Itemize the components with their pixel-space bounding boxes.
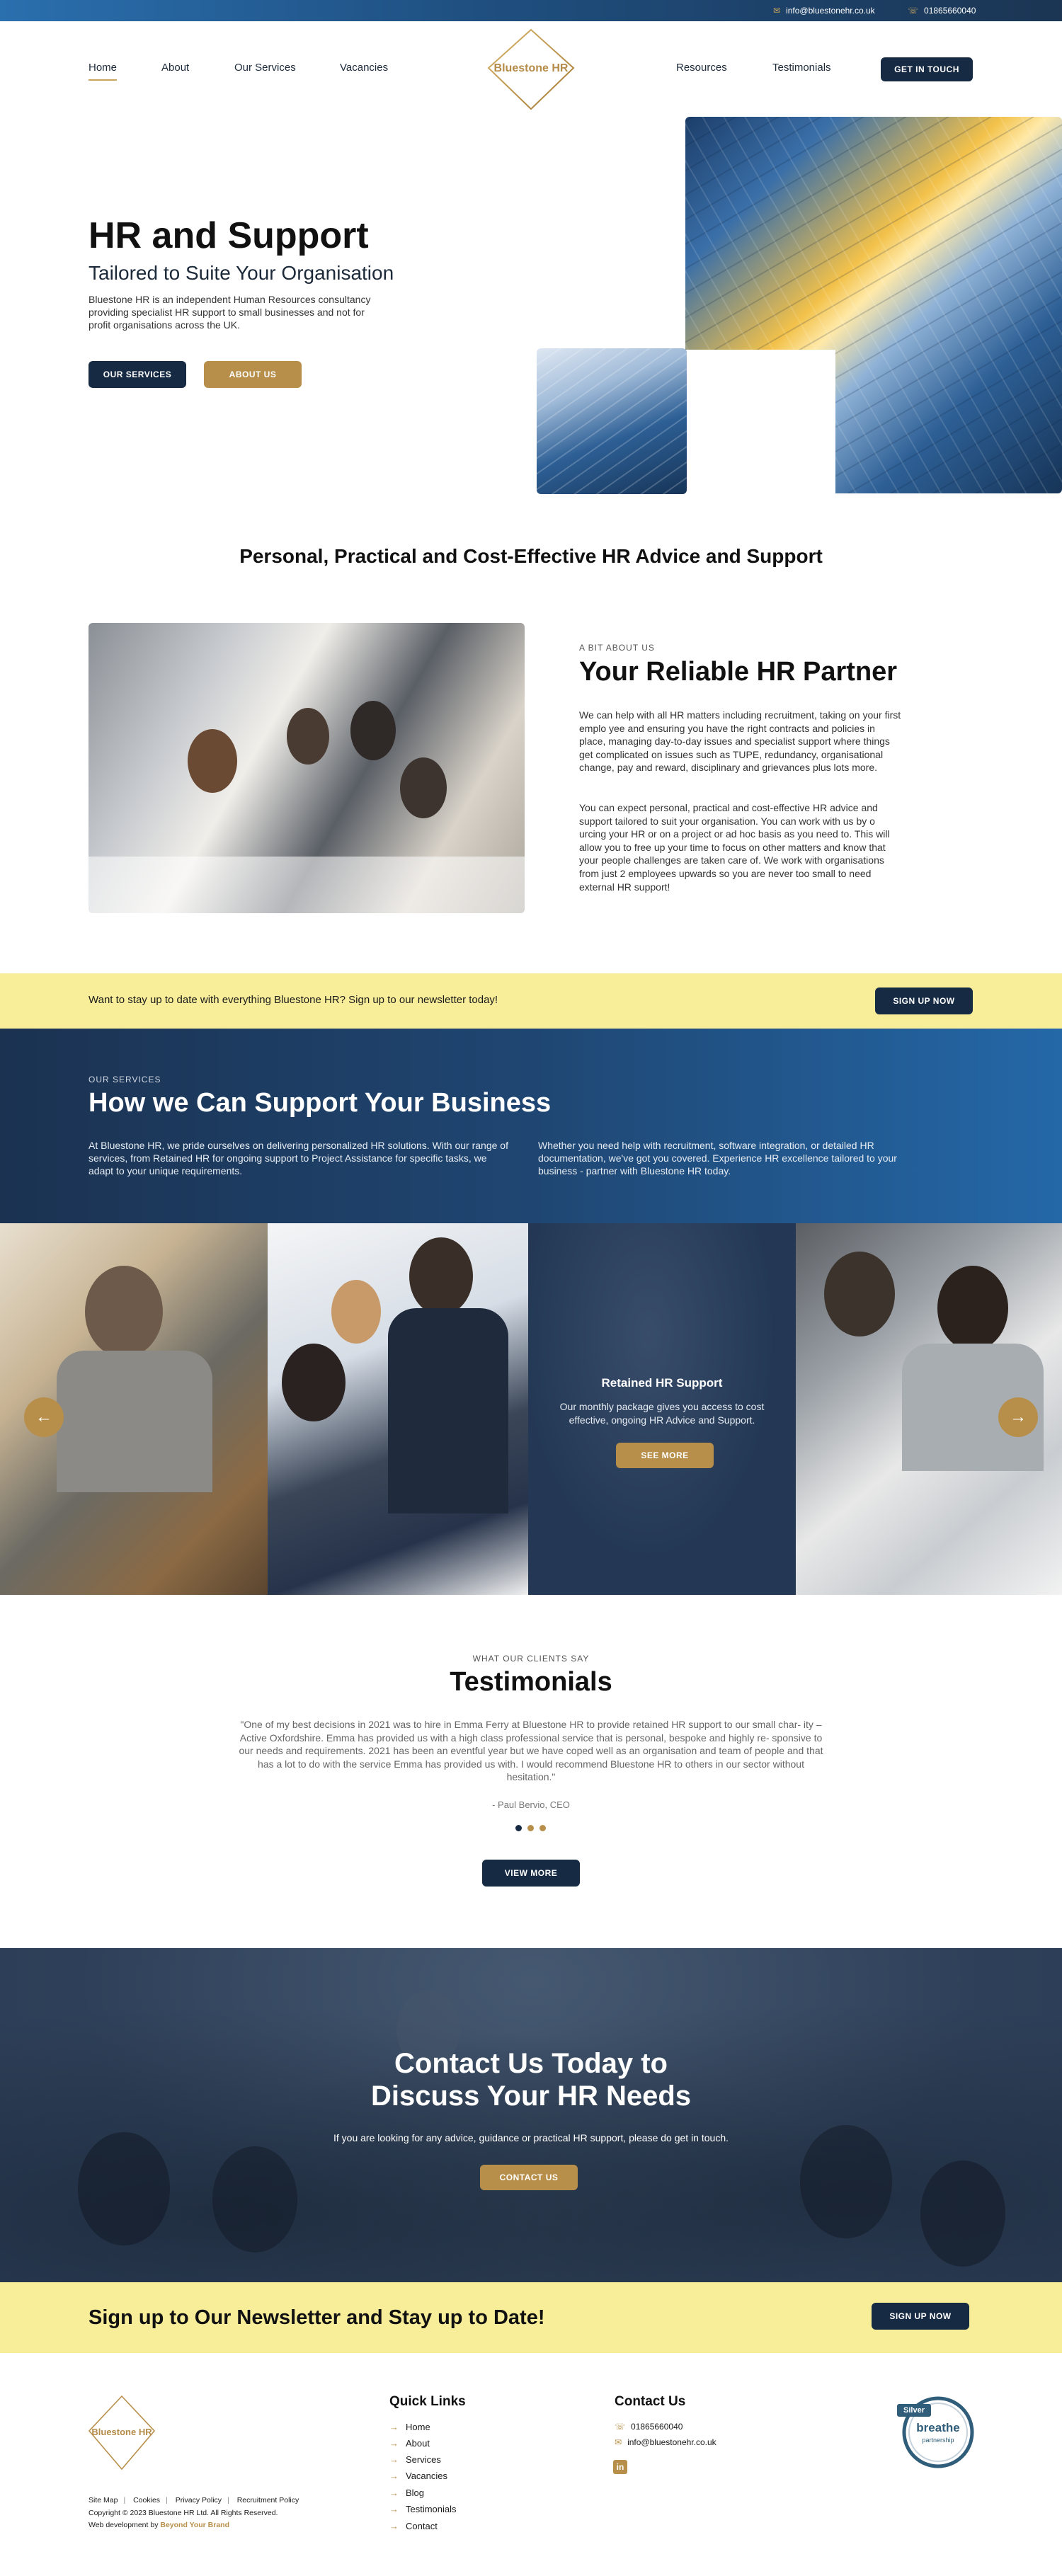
footer-link-vacancies[interactable]: → Vacancies bbox=[389, 2471, 447, 2481]
testimonials-title: Testimonials bbox=[450, 1667, 612, 1697]
newsletter-banner-text: Sign up to Our Newsletter and Stay up to… bbox=[88, 2306, 545, 2329]
nav-resources[interactable]: Resources bbox=[676, 62, 727, 74]
arrow-right-icon: → bbox=[389, 2504, 399, 2514]
footer-contact-title: Contact Us bbox=[615, 2394, 686, 2409]
carousel-dot-3[interactable] bbox=[539, 1825, 546, 1831]
tagline-heading: Personal, Practical and Cost-Effective H… bbox=[239, 545, 823, 567]
hero-subtitle: Tailored to Suite Your Organisation bbox=[88, 262, 394, 284]
footer-logo-text: Bluestone HR bbox=[91, 2427, 152, 2437]
footer-logo[interactable]: Bluestone HR bbox=[86, 2394, 157, 2472]
footer-link-testimonials[interactable]: → Testimonials bbox=[389, 2504, 457, 2514]
about-title: Your Reliable HR Partner bbox=[579, 657, 898, 687]
service-card-title: Retained HR Support bbox=[601, 1376, 723, 1390]
logo-text: Bluestone HR bbox=[493, 62, 569, 74]
contact-title-line-1: Contact Us Today to bbox=[394, 2048, 668, 2079]
arrow-right-icon: → bbox=[389, 2488, 399, 2498]
about-us-button[interactable]: ABOUT US bbox=[204, 361, 302, 388]
arrow-right-icon: → bbox=[389, 2438, 399, 2449]
topbar-phone[interactable]: ☏ 01865660040 bbox=[908, 0, 976, 21]
nav-home[interactable]: Home bbox=[88, 62, 118, 81]
legal-recruitment-link[interactable]: Recruitment Policy bbox=[237, 2496, 299, 2505]
service-tile-2[interactable] bbox=[268, 1223, 528, 1595]
badge-brand: breathe bbox=[916, 2421, 960, 2434]
contact-section bbox=[0, 1948, 1062, 2282]
legal-links: Site Map | Cookies | Privacy Policy | Recru… bbox=[88, 2496, 299, 2505]
arrow-right-icon: → bbox=[389, 2454, 399, 2465]
phone-icon: ☏ bbox=[908, 6, 919, 16]
service-card-description: Our monthly package gives you access to … bbox=[559, 1401, 765, 1426]
legal-sitemap-link[interactable]: Site Map bbox=[88, 2496, 118, 2505]
footer-link-about[interactable]: → About bbox=[389, 2438, 430, 2449]
badge-subtitle: partnership bbox=[922, 2437, 954, 2444]
nav-testimonials[interactable]: Testimonials bbox=[772, 62, 831, 74]
breathe-partner-badge: Silver breathe partnership bbox=[894, 2394, 978, 2471]
services-paragraph-right: Whether you need help with recruitment, … bbox=[538, 1140, 897, 1177]
mail-icon: ✉ bbox=[773, 6, 781, 16]
our-services-button[interactable]: OUR SERVICES bbox=[88, 361, 186, 388]
linkedin-icon[interactable]: in bbox=[613, 2460, 627, 2474]
footer-link-services[interactable]: → Services bbox=[389, 2454, 441, 2465]
hero-description: Bluestone HR is an independent Human Res… bbox=[88, 294, 371, 331]
get-in-touch-button[interactable]: GET IN TOUCH bbox=[881, 57, 973, 81]
hero-title: HR and Support bbox=[88, 215, 369, 256]
newsletter-banner-signup-button[interactable]: SIGN UP NOW bbox=[872, 2303, 969, 2330]
nav-about[interactable]: About bbox=[161, 62, 189, 74]
arrow-right-icon: → bbox=[389, 2521, 399, 2531]
badge-level: Silver bbox=[903, 2406, 925, 2415]
arrow-right-icon: → bbox=[389, 2422, 399, 2432]
view-more-button[interactable]: VIEW MORE bbox=[482, 1860, 580, 1887]
services-paragraph-left: At Bluestone HR, we pride ourselves on d… bbox=[88, 1140, 508, 1177]
services-kicker: OUR SERVICES bbox=[88, 1075, 161, 1084]
contact-title-line-2: Discuss Your HR Needs bbox=[370, 2080, 691, 2112]
carousel-dot-1[interactable] bbox=[515, 1825, 522, 1831]
about-paragraph-1: We can help with all HR matters includin… bbox=[579, 709, 901, 774]
about-kicker: A BIT ABOUT US bbox=[579, 643, 655, 653]
nav-vacancies[interactable]: Vacancies bbox=[340, 62, 388, 74]
footer-email[interactable]: ✉ info@bluestonehr.co.uk bbox=[615, 2437, 716, 2447]
web-development-credit: Web development by Beyond Your Brand bbox=[88, 2521, 229, 2529]
footer-link-blog[interactable]: → Blog bbox=[389, 2488, 424, 2498]
arrow-right-icon: → bbox=[389, 2471, 399, 2481]
about-team-photo bbox=[88, 623, 525, 913]
mail-icon: ✉ bbox=[615, 2437, 622, 2447]
testimonial-quote: "One of my best decisions in 2021 was to… bbox=[239, 1719, 823, 1783]
footer-phone[interactable]: ☏ 01865660040 bbox=[615, 2422, 683, 2432]
legal-cookies-link[interactable]: Cookies bbox=[133, 2496, 160, 2505]
testimonials-kicker: WHAT OUR CLIENTS SAY bbox=[472, 1654, 590, 1664]
phone-icon: ☏ bbox=[615, 2422, 626, 2432]
footer-link-contact[interactable]: → Contact bbox=[389, 2521, 438, 2531]
hero-image-cutout bbox=[685, 350, 835, 498]
arrow-right-icon[interactable]: → bbox=[998, 1397, 1038, 1437]
logo[interactable]: Bluestone HR bbox=[484, 27, 578, 112]
contact-description: If you are looking for any advice, guida… bbox=[333, 2132, 729, 2143]
about-paragraph-2: You can expect personal, practical and c… bbox=[579, 802, 890, 893]
footer-link-home[interactable]: → Home bbox=[389, 2422, 430, 2432]
testimonial-author: - Paul Bervio, CEO bbox=[492, 1799, 570, 1810]
copyright: Copyright © 2023 Bluestone HR Ltd. All R… bbox=[88, 2509, 278, 2517]
services-section bbox=[0, 1029, 1062, 1223]
newsletter-strip-text: Want to stay up to date with everything … bbox=[88, 994, 498, 1006]
quick-links-title: Quick Links bbox=[389, 2394, 466, 2409]
legal-privacy-link[interactable]: Privacy Policy bbox=[176, 2496, 222, 2505]
agency-link[interactable]: Beyond Your Brand bbox=[160, 2521, 229, 2529]
contact-title: Contact Us Today to Discuss Your HR Need… bbox=[0, 2047, 1062, 2112]
services-title: How we Can Support Your Business bbox=[88, 1088, 552, 1118]
carousel-dot-2[interactable] bbox=[527, 1825, 534, 1831]
contact-us-button[interactable]: CONTACT US bbox=[480, 2165, 578, 2190]
nav-our-services[interactable]: Our Services bbox=[234, 62, 296, 74]
newsletter-signup-button[interactable]: SIGN UP NOW bbox=[875, 988, 973, 1014]
topbar-email[interactable]: ✉ info@bluestonehr.co.uk bbox=[773, 0, 875, 21]
arrow-left-icon[interactable]: ← bbox=[24, 1397, 64, 1437]
see-more-button[interactable]: SEE MORE bbox=[616, 1443, 714, 1468]
hero-building-image-small bbox=[537, 348, 687, 494]
top-bar: ✉ info@bluestonehr.co.uk ☏ 01865660040 bbox=[0, 0, 1062, 21]
